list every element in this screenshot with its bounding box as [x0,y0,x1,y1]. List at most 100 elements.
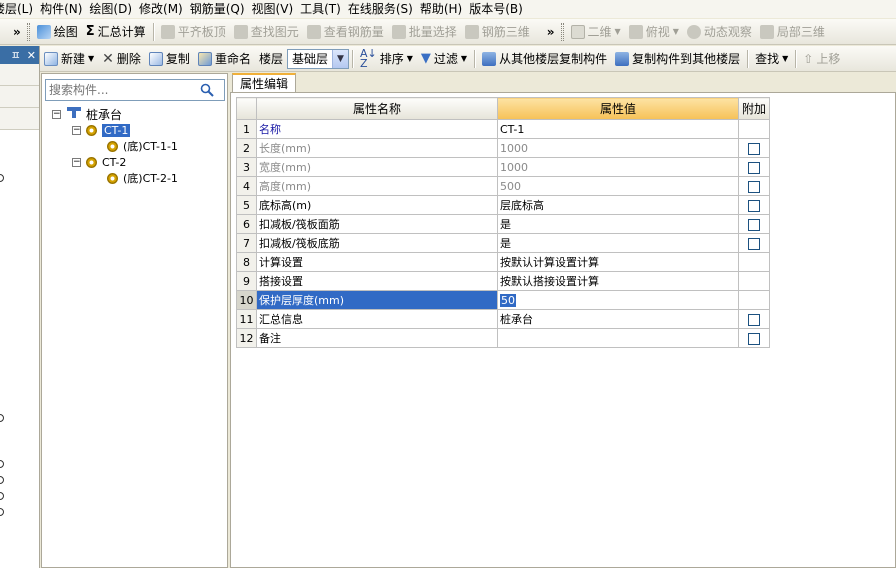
table-row[interactable]: 6 扣减板/筏板面筋 是 [236,214,770,234]
table-row[interactable]: 8 计算设置 按默认计算设置计算 [236,252,770,272]
table-row[interactable]: 2 长度(mm) 1000 [236,138,770,158]
filter-button[interactable]: ▼ 过滤 ▼ [417,48,471,70]
rename-button[interactable]: 重命名 [194,48,255,70]
menu-draw[interactable]: 绘图(D) [86,0,136,18]
property-grid: 属性名称 属性值 附加 1 名称 CT-1 2 长度(mm) 1000 3 宽度… [236,97,770,348]
extra-checkbox[interactable] [748,180,760,193]
collapse-icon[interactable]: − [52,109,61,119]
summary-button[interactable]: Σ 汇总计算 [82,21,150,43]
header-extra[interactable]: 附加 [738,97,770,120]
radio-icon[interactable] [0,492,4,500]
left-dock-band [0,64,39,86]
extra-checkbox[interactable] [748,161,760,174]
cover-thickness-input[interactable]: 50 [497,290,739,310]
tree-node-ct-2[interactable]: − CT-2 [42,154,227,170]
chevron-down-icon: ▼ [614,27,621,36]
header-name[interactable]: 属性名称 [256,97,498,120]
delete-button[interactable]: ✕ 删除 [98,48,145,70]
menu-tools[interactable]: 工具(T) [297,0,345,18]
chevron-down-icon: ▼ [88,54,95,63]
extra-checkbox[interactable] [748,142,760,155]
menu-component[interactable]: 构件(N) [37,0,86,18]
table-row[interactable]: 7 扣减板/筏板底筋 是 [236,233,770,253]
draw-icon [36,24,51,39]
find-element-icon [233,24,248,39]
menu-view[interactable]: 视图(V) [249,0,298,18]
radio-icon[interactable] [0,460,4,468]
batch-select-icon [391,24,406,39]
move-up-button[interactable]: ⇧ 上移 [799,48,844,70]
extra-checkbox[interactable] [748,199,760,212]
tree-node-ct-1[interactable]: − CT-1 [42,122,227,138]
table-row-selected[interactable]: 10 保护层厚度(mm) 50 [236,290,770,310]
flat-board-button[interactable]: 平齐板顶 [157,21,230,43]
table-row[interactable]: 4 高度(mm) 500 [236,176,770,196]
radio-icon[interactable] [0,476,4,484]
copy-button[interactable]: 复制 [145,48,194,70]
header-value[interactable]: 属性值 [497,97,739,120]
pin-icon[interactable]: ㅍ [11,47,21,63]
radio-icon[interactable] [0,414,4,422]
left-dock-header: ㅍ ✕ [0,46,39,64]
table-row[interactable]: 3 宽度(mm) 1000 [236,157,770,177]
table-row[interactable]: 12 备注 [236,328,770,348]
left-dock-panel: ㅍ ✕ [0,46,40,568]
copy-to-floor-button[interactable]: 复制构件到其他楼层 [611,48,744,70]
tree-root[interactable]: − 桩承台 [42,106,227,122]
funnel-icon: ▼ [420,51,431,66]
radio-icon[interactable] [0,174,4,182]
property-panel: 属性名称 属性值 附加 1 名称 CT-1 2 长度(mm) 1000 3 宽度… [230,92,896,568]
tree-node-ct-2-1[interactable]: (底)CT-2-1 [42,170,227,186]
toolbar-grip[interactable] [26,22,30,41]
main-toolbar: » 绘图 Σ 汇总计算 平齐板顶 查找图元 查看钢筋量 批量选择 钢筋三维 » … [0,19,896,45]
collapse-icon[interactable]: − [72,157,81,167]
orbit-icon [686,24,701,39]
close-icon[interactable]: ✕ [27,49,36,62]
menu-floor[interactable]: 楼层(L) [0,0,37,18]
find-element-button[interactable]: 查找图元 [230,21,303,43]
search-icon[interactable] [196,80,218,100]
table-row[interactable]: 11 汇总信息 桩承台 [236,309,770,329]
search-input[interactable] [46,81,196,99]
draw-button[interactable]: 绘图 [33,21,82,43]
view-rebar-button[interactable]: 查看钢筋量 [303,21,388,43]
top-view-button[interactable]: 俯视 ▼ [625,21,683,43]
menu-rebar[interactable]: 钢筋量(Q) [187,0,249,18]
rebar-3d-button[interactable]: 钢筋三维 [461,21,534,43]
tree-node-ct-1-1[interactable]: (底)CT-1-1 [42,138,227,154]
batch-select-button[interactable]: 批量选择 [388,21,461,43]
toolbar-overflow-mid[interactable]: » [544,25,558,39]
component-toolbar: 新建 ▼ ✕ 删除 复制 重命名 楼层 基础层 ▼ A↓ Z 排序 ▼ ▼ 过滤 … [0,46,896,72]
toolbar-grip-2[interactable] [560,22,564,41]
menu-version[interactable]: 版本号(B) [466,0,527,18]
find-button[interactable]: 查找 ▼ [751,48,792,70]
view-rebar-icon [306,24,321,39]
menu-online[interactable]: 在线服务(S) [345,0,417,18]
extra-checkbox[interactable] [748,332,760,345]
table-row[interactable]: 1 名称 CT-1 [236,119,770,139]
local-3d-button[interactable]: 局部三维 [756,21,829,43]
extra-checkbox[interactable] [748,218,760,231]
view-mode-select[interactable]: 二维 ▼ [567,21,625,43]
copy-from-floor-button[interactable]: 从其他楼层复制构件 [478,48,611,70]
chevron-down-icon[interactable]: ▼ [331,49,348,68]
extra-checkbox[interactable] [748,237,760,250]
floor-select[interactable]: 基础层 ▼ [286,48,349,69]
new-button[interactable]: 新建 ▼ [40,48,98,70]
menu-help[interactable]: 帮助(H) [417,0,466,18]
sort-icon: A↓ Z [359,46,377,70]
tab-property-edit[interactable]: 属性编辑 [232,73,297,93]
collapse-icon[interactable]: − [72,125,81,135]
sort-button[interactable]: A↓ Z 排序 ▼ [356,48,417,70]
menu-modify[interactable]: 修改(M) [136,0,187,18]
arrow-up-icon: ⇧ [803,51,814,66]
gear-icon [86,124,97,136]
extra-checkbox[interactable] [748,313,760,326]
toolbar-overflow-left[interactable]: » [10,25,24,39]
component-tree: − 桩承台 − CT-1 (底)CT-1-1 − CT-2 (底)CT-2-1 [42,106,227,186]
table-row[interactable]: 5 底标高(m) 层底标高 [236,195,770,215]
radio-icon[interactable] [0,508,4,516]
table-row[interactable]: 9 搭接设置 按默认搭接设置计算 [236,271,770,291]
view-mode-icon [570,24,585,39]
dynamic-view-button[interactable]: 动态观察 [683,21,756,43]
